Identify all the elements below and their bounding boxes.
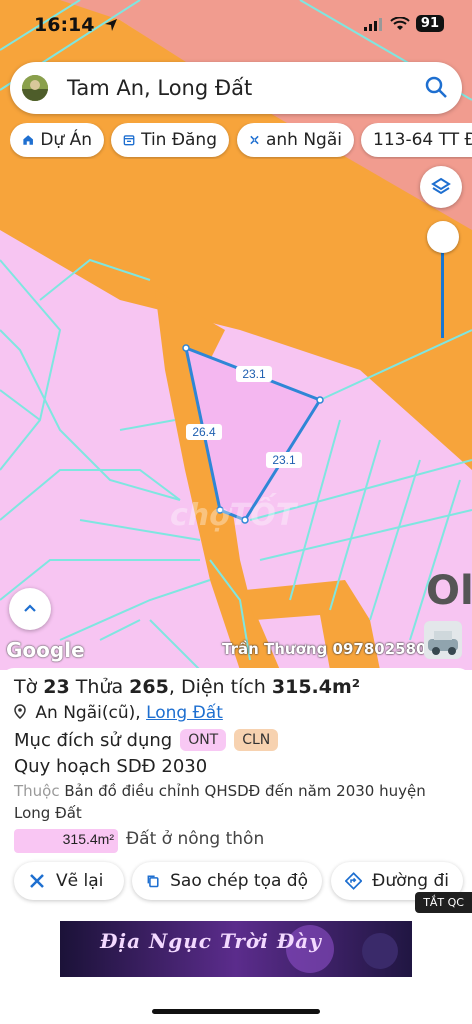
- redraw-button[interactable]: Vẽ lại: [14, 862, 124, 900]
- status-time: 16:14: [34, 14, 95, 36]
- home-indicator: [152, 1009, 320, 1014]
- signal-icon: [363, 17, 382, 31]
- svg-text:26.4: 26.4: [192, 425, 216, 439]
- chevron-up-icon: [24, 604, 36, 612]
- edge-label-right: 23.1: [266, 452, 302, 468]
- wifi-icon: [390, 16, 410, 30]
- parcel-title: Tờ 23 Thửa 265, Diện tích 315.4m²: [14, 676, 361, 698]
- search-bar[interactable]: Tam An, Long Đất: [10, 62, 462, 114]
- layers-button[interactable]: [420, 166, 462, 208]
- redraw-icon: [30, 874, 44, 888]
- map-corner-letter: Ol: [426, 568, 472, 614]
- chotot-watermark-logo: chợTỐT: [170, 492, 299, 533]
- google-logo: Google: [6, 638, 85, 662]
- layers-icon: [431, 177, 451, 195]
- ad-banner-title: Địa Ngục Trời Đày: [100, 929, 322, 953]
- filter-chips: Dự Án Tin Đăng anh Ngãi 113-64 TT Đ: [10, 123, 472, 159]
- district-link[interactable]: Long Đất: [146, 703, 223, 723]
- edge-label-left: 26.4: [186, 424, 222, 440]
- parcel-info-panel: Tờ 23 Thửa 265, Diện tích 315.4m² An Ngã…: [0, 668, 472, 912]
- calendar-icon: [123, 135, 135, 146]
- close-ad-button[interactable]: TẮT QC: [415, 892, 472, 913]
- search-icon[interactable]: [424, 75, 448, 99]
- copy-icon: [147, 875, 159, 888]
- house-icon: [23, 135, 33, 145]
- directions-icon: [345, 872, 363, 890]
- chip-anh-ngai[interactable]: anh Ngãi: [237, 123, 354, 157]
- svg-text:23.1: 23.1: [242, 367, 266, 381]
- plot-vertex[interactable]: [316, 396, 324, 404]
- location-pin-icon: [14, 704, 26, 719]
- battery-indicator: 91: [415, 15, 444, 32]
- location-arrow-icon: [105, 19, 118, 31]
- plot-vertex[interactable]: [182, 344, 190, 352]
- opacity-slider-thumb[interactable]: [427, 221, 459, 253]
- ad-banner[interactable]: Địa Ngục Trời Đày: [60, 921, 412, 977]
- cross-icon: [250, 135, 259, 145]
- area-bar-value: 315.4m²: [62, 831, 114, 847]
- edge-label-top: 23.1: [236, 366, 272, 382]
- parcel-location: An Ngãi(cũ), Long Đất: [14, 703, 223, 723]
- avatar[interactable]: [22, 75, 48, 101]
- opacity-slider-track[interactable]: [441, 238, 444, 338]
- plan-title: Quy hoạch SDĐ 2030: [14, 756, 208, 777]
- expand-panel-button[interactable]: [9, 588, 51, 630]
- tag-ont[interactable]: ONT: [180, 729, 227, 751]
- svg-text:chợTỐT: chợTỐT: [170, 492, 299, 533]
- chip-code[interactable]: 113-64 TT Đ: [361, 123, 472, 157]
- land-use-row: Mục đích sử dụng ONT CLN: [14, 729, 279, 751]
- svg-text:23.1: 23.1: [272, 453, 296, 467]
- plan-description: Thuộc Bản đồ điều chỉnh QHSDĐ đến năm 20…: [14, 782, 426, 822]
- tag-cln[interactable]: CLN: [234, 729, 279, 751]
- chip-du-an[interactable]: Dự Án: [10, 123, 104, 157]
- chip-tin-dang[interactable]: Tin Đăng: [111, 123, 229, 157]
- copy-coordinates-button[interactable]: Sao chép tọa độ: [132, 862, 322, 900]
- seller-watermark: Trần Thương 0978025802: [222, 640, 437, 658]
- search-query[interactable]: Tam An, Long Đất: [67, 76, 252, 100]
- area-bar-label: Đất ở nông thôn: [126, 829, 265, 849]
- photo-thumbnail[interactable]: [424, 621, 462, 659]
- status-bar: 16:14 91: [0, 0, 472, 50]
